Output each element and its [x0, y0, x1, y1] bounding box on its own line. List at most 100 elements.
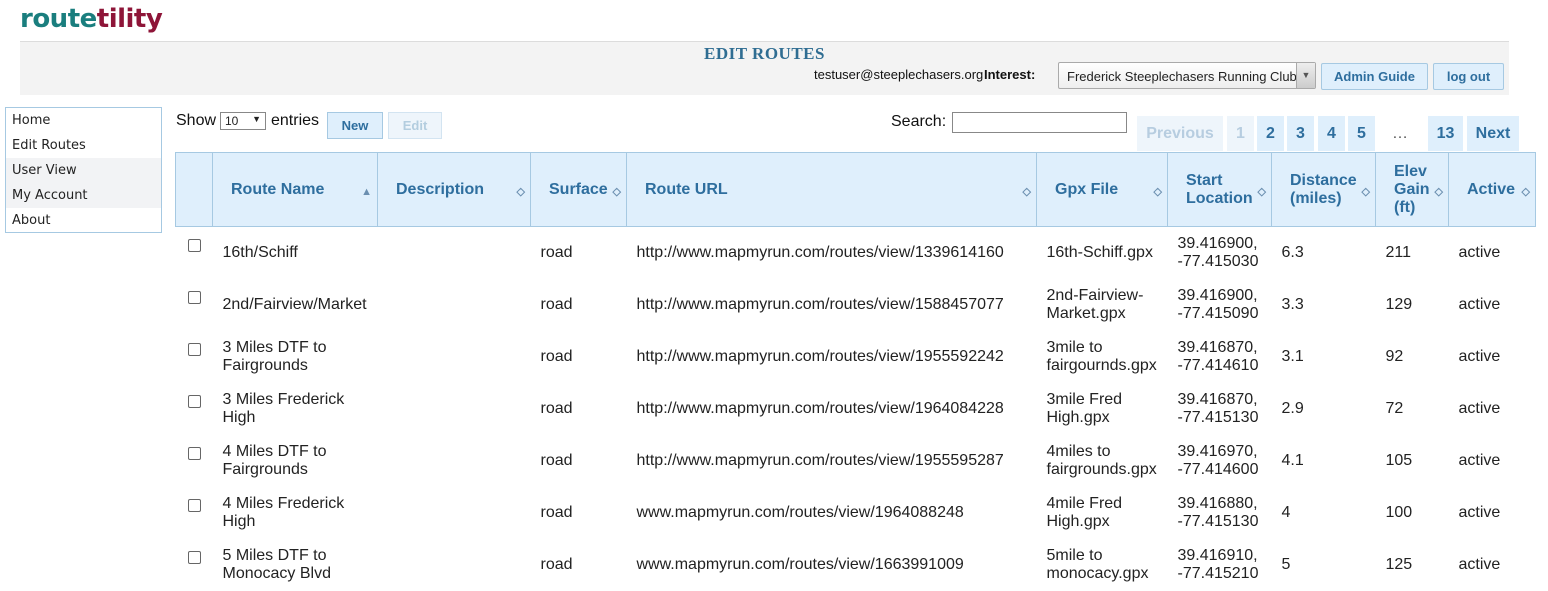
- column-header-gpx-file[interactable]: Gpx File ◇: [1036, 152, 1168, 227]
- column-header-surface[interactable]: Surface ◇: [530, 152, 627, 227]
- cell-surface: road: [540, 503, 573, 521]
- column-header-active[interactable]: Active ◇: [1448, 152, 1536, 227]
- cell-description: [378, 331, 531, 383]
- cell-gpx-file: 5mile to monocacy.gpx: [1046, 546, 1149, 582]
- row-checkbox[interactable]: [187, 498, 201, 512]
- sort-icon: ◇: [1153, 186, 1162, 198]
- cell-surface: road: [540, 243, 573, 261]
- cell-route-url: www.mapmyrun.com/routes/view/1964088248: [636, 503, 964, 521]
- table-row[interactable]: 3 Miles Frederick High road http://www.map…: [176, 383, 1536, 435]
- cell-route-name: 4 Miles Frederick High: [222, 494, 345, 530]
- pagination-ellipsis: …: [1392, 125, 1408, 142]
- logo-part-route: route: [20, 4, 97, 34]
- cell-gpx-file: 3mile to fairgournds.gpx: [1046, 338, 1157, 374]
- cell-route-url: http://www.mapmyrun.com/routes/view/1964…: [636, 399, 1004, 417]
- interest-select[interactable]: Frederick Steeplechasers Running Club ▼: [1058, 62, 1316, 89]
- pagination-page-5[interactable]: 5: [1348, 116, 1375, 151]
- table-row[interactable]: 3 Miles DTF to Fairgrounds road http://www…: [176, 331, 1536, 383]
- cell-active: active: [1458, 399, 1501, 417]
- cell-surface: road: [540, 347, 573, 365]
- column-header-route-name[interactable]: Route Name ▲: [212, 152, 378, 227]
- column-header-description[interactable]: Description ◇: [377, 152, 531, 227]
- logo-part-tility: tility: [96, 4, 163, 34]
- sidebar-item-home[interactable]: Home: [6, 108, 161, 133]
- column-header-label: Gpx File: [1055, 180, 1119, 198]
- sort-icon: ◇: [1434, 186, 1443, 198]
- cell-surface: road: [540, 451, 573, 469]
- admin-guide-button[interactable]: Admin Guide: [1321, 63, 1428, 90]
- sidebar-nav: Home Edit Routes User View My Account Ab…: [5, 107, 162, 233]
- table-row[interactable]: 2nd/Fairview/Market road http://www.mapmyr…: [176, 279, 1536, 331]
- cell-elev-gain: 100: [1385, 503, 1413, 521]
- table-row[interactable]: 5 Miles DTF to Monocacy Blvd road www.mapm…: [176, 539, 1536, 591]
- sort-icon: ◇: [1361, 186, 1370, 198]
- pagination-page-3[interactable]: 3: [1287, 116, 1314, 151]
- pagination-page-1[interactable]: 1: [1227, 116, 1254, 151]
- row-checkbox[interactable]: [187, 239, 201, 252]
- cell-distance: 5: [1281, 555, 1291, 573]
- cell-elev-gain: 105: [1385, 451, 1413, 469]
- cell-gpx-file: 16th-Schiff.gpx: [1046, 243, 1153, 261]
- pagination-previous[interactable]: Previous: [1137, 116, 1223, 151]
- sidebar-item-edit-routes[interactable]: Edit Routes: [6, 133, 161, 158]
- cell-description: [378, 279, 531, 331]
- entries-select-value: 10: [225, 114, 239, 128]
- column-header-start-location[interactable]: Start Location ◇: [1167, 152, 1272, 227]
- table-row[interactable]: 4 Miles Frederick High road www.mapmyrun.c…: [176, 487, 1536, 539]
- column-header-distance[interactable]: Distance (miles) ◇: [1271, 152, 1376, 227]
- column-header-route-url[interactable]: Route URL ◇: [626, 152, 1037, 227]
- row-select-cell: [176, 383, 213, 435]
- row-checkbox[interactable]: [187, 394, 201, 408]
- cell-route-name: 4 Miles DTF to Fairgrounds: [222, 442, 327, 478]
- show-label: Show: [176, 112, 217, 129]
- table-row[interactable]: 16th/Schiff road http://www.mapmyrun.com/r…: [176, 227, 1536, 279]
- column-header-label: Active: [1467, 180, 1516, 198]
- table-row[interactable]: 4 Miles DTF to Fairgrounds road http://www…: [176, 435, 1536, 487]
- interest-label: Interest:: [984, 67, 1036, 82]
- cell-active: active: [1458, 451, 1501, 469]
- table-body: 16th/Schiff road http://www.mapmyrun.com/r…: [176, 227, 1536, 591]
- pagination-next[interactable]: Next: [1467, 116, 1519, 151]
- chevron-down-icon[interactable]: ▼: [1296, 63, 1315, 88]
- sidebar-item-user-view[interactable]: User View: [6, 158, 161, 183]
- cell-start-location: 39.416970, -77.414600: [1177, 442, 1259, 478]
- cell-route-url: http://www.mapmyrun.com/routes/view/1955…: [636, 347, 1004, 365]
- interest-select-value: Frederick Steeplechasers Running Club: [1067, 69, 1297, 84]
- row-checkbox[interactable]: [187, 290, 201, 304]
- cell-route-url: http://www.mapmyrun.com/routes/view/1588…: [636, 295, 1004, 313]
- row-checkbox[interactable]: [187, 446, 201, 460]
- cell-gpx-file: 2nd-Fairview-Market.gpx: [1046, 286, 1144, 322]
- new-button[interactable]: New: [327, 112, 383, 139]
- entries-select[interactable]: 10 ▼: [220, 112, 266, 130]
- column-header-elev-gain[interactable]: Elev Gain (ft) ◇: [1375, 152, 1449, 227]
- cell-elev-gain: 125: [1385, 555, 1413, 573]
- column-header-label: Route URL: [645, 180, 728, 198]
- cell-gpx-file: 4miles to fairgrounds.gpx: [1046, 442, 1157, 478]
- sidebar-item-about[interactable]: About: [6, 208, 161, 233]
- cell-distance: 2.9: [1281, 399, 1304, 417]
- cell-surface: road: [540, 295, 573, 313]
- cell-surface: road: [540, 555, 573, 573]
- user-email: testuser@steeplechasers.org: [814, 67, 984, 82]
- row-checkbox[interactable]: [187, 342, 201, 356]
- sidebar-item-my-account[interactable]: My Account: [6, 183, 161, 208]
- pagination-page-4[interactable]: 4: [1318, 116, 1345, 151]
- sort-icon: ◇: [1521, 186, 1530, 198]
- column-header-label: Description: [396, 180, 485, 198]
- app-logo[interactable]: routetility: [20, 2, 163, 36]
- page-title: EDIT ROUTES: [704, 44, 825, 63]
- cell-route-url: http://www.mapmyrun.com/routes/view/1339…: [636, 243, 1004, 261]
- cell-route-url: www.mapmyrun.com/routes/view/1663991009: [636, 555, 964, 573]
- cell-route-name: 5 Miles DTF to Monocacy Blvd: [222, 546, 332, 582]
- page-header: EDIT ROUTES testuser@steeplechasers.org …: [20, 41, 1509, 95]
- pagination-page-last[interactable]: 13: [1428, 116, 1463, 151]
- search-label: Search:: [891, 113, 947, 130]
- edit-button[interactable]: Edit: [388, 112, 442, 139]
- cell-route-name: 16th/Schiff: [222, 243, 298, 261]
- cell-start-location: 39.416870, -77.415130: [1177, 390, 1259, 426]
- search-input[interactable]: [952, 112, 1127, 133]
- row-checkbox[interactable]: [187, 550, 201, 564]
- column-header-label: Route Name: [231, 180, 325, 198]
- logout-button[interactable]: log out: [1433, 63, 1504, 90]
- pagination-page-2[interactable]: 2: [1257, 116, 1284, 151]
